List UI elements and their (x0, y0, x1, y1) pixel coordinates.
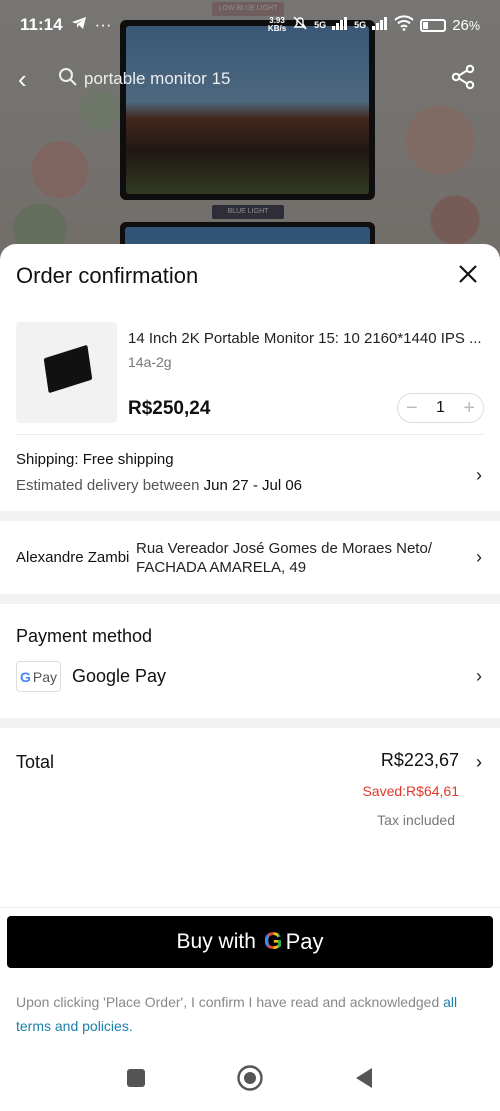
payment-section: Payment method G Pay Google Pay › (0, 604, 500, 718)
status-bar: 11:14 ··· 3.93 KB/s 5G 5G 26% (0, 0, 500, 50)
more-notifications-icon: ··· (94, 15, 112, 34)
tax-note: Tax included (377, 812, 455, 828)
buy-with-google-pay-button[interactable]: Buy with G Pay (7, 916, 493, 968)
address-row[interactable]: Alexandre Zambi Rua Vereador José Gomes … (0, 521, 500, 594)
shipping-label: Shipping: Free shipping (16, 451, 174, 468)
delivery-estimate: Estimated delivery between Jun 27 - Jul … (16, 477, 303, 494)
back-nav-button[interactable] (354, 1067, 374, 1094)
search-bar[interactable]: portable monitor 15 (58, 59, 438, 99)
total-label: Total (16, 752, 55, 772)
close-icon (458, 264, 478, 289)
order-confirmation-sheet: Order confirmation 14 Inch 2K Portable M… (0, 244, 500, 1111)
product-title: 14 Inch 2K Portable Monitor 15: 10 2160*… (128, 330, 482, 347)
share-icon (450, 64, 476, 95)
google-pay-mark: G Pay (263, 928, 324, 955)
section-divider (0, 511, 500, 521)
network-speed: 3.93 KB/s (267, 16, 287, 33)
product-thumbnail (16, 322, 117, 423)
close-button[interactable] (452, 260, 484, 292)
search-icon (58, 67, 78, 92)
increase-quantity-button[interactable]: + (463, 398, 475, 418)
payment-method-title: Payment method (16, 626, 153, 646)
section-divider (0, 718, 500, 728)
product-item: 14 Inch 2K Portable Monitor 15: 10 2160*… (0, 308, 500, 434)
chevron-right-icon: › (476, 666, 482, 686)
saved-amount: Saved:R$64,61 (362, 783, 459, 799)
recipient-name: Alexandre Zambi (16, 549, 130, 566)
google-pay-logo: G Pay (16, 661, 61, 692)
chevron-right-icon: › (476, 465, 482, 485)
payment-method-name: Google Pay (72, 666, 167, 686)
clock: 11:14 (20, 15, 63, 34)
recent-apps-button[interactable] (126, 1068, 146, 1093)
telegram-icon (71, 15, 87, 35)
shipping-row[interactable]: Shipping: Free shipping Estimated delive… (0, 435, 500, 511)
home-button[interactable] (236, 1064, 264, 1097)
product-variant: 14a-2g (128, 354, 172, 370)
quantity-stepper: − 1 + (397, 393, 484, 423)
system-nav-bar (0, 1049, 500, 1111)
address-line: Rua Vereador José Gomes de Moraes Neto/ … (136, 539, 432, 576)
total-section[interactable]: Total R$223,67 › Saved:R$64,61 Tax inclu… (0, 728, 500, 840)
decrease-quantity-button[interactable]: − (406, 398, 418, 418)
search-query: portable monitor 15 (84, 69, 231, 88)
background-top-bar: ‹ portable monitor 15 (0, 56, 500, 102)
wifi-icon (394, 15, 414, 35)
terms-notice: Upon clicking 'Place Order', I confirm I… (16, 994, 458, 1034)
battery-percent: 26% (452, 16, 480, 34)
mute-bell-icon (292, 15, 308, 35)
signal-1-label: 5G (314, 20, 327, 30)
chevron-right-icon: › (476, 752, 482, 772)
checkout-footer: Buy with G Pay Upon clicking 'Place Order… (0, 907, 500, 1038)
chevron-right-icon: › (476, 547, 482, 567)
battery-icon (420, 18, 447, 32)
buy-button-label: Buy with (176, 930, 256, 953)
sheet-title: Order confirmation (16, 263, 199, 288)
signal-bars-2-icon (372, 16, 388, 34)
total-amount: R$223,67 (380, 750, 459, 770)
product-price: R$250,24 (128, 398, 211, 419)
section-divider (0, 594, 500, 604)
signal-bars-1-icon (332, 16, 348, 34)
quantity-value: 1 (436, 399, 445, 416)
payment-method-row[interactable]: G Pay Google Pay › (16, 661, 484, 692)
signal-2-label: 5G (354, 20, 367, 30)
back-button[interactable]: ‹ (18, 64, 58, 95)
sheet-header: Order confirmation (0, 244, 500, 308)
share-button[interactable] (438, 64, 488, 95)
